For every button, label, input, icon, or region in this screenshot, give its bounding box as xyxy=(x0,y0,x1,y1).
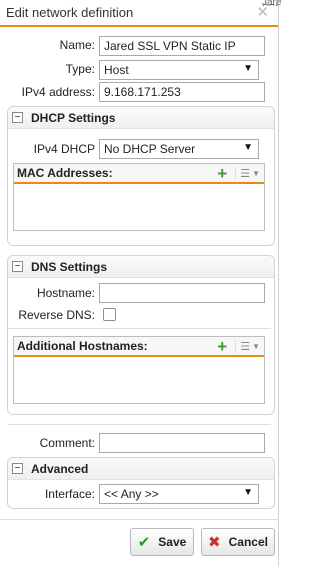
hostname-label: Hostname: xyxy=(36,286,95,300)
checkmark-icon: ✔ xyxy=(137,534,151,551)
collapse-icon[interactable]: − xyxy=(12,261,23,272)
dialog-title: Edit network definition xyxy=(6,5,134,20)
cancel-button[interactable]: ✖ Cancel xyxy=(201,528,275,556)
ipv4-dhcp-label: IPv4 DHCP xyxy=(33,142,95,156)
list-icon: ☰ xyxy=(240,168,251,180)
type-select[interactable]: Host ▼ xyxy=(99,60,259,80)
cancel-button-label: Cancel xyxy=(228,535,268,549)
advanced-title: Advanced xyxy=(31,461,89,476)
dhcp-settings-header[interactable]: − DHCP Settings xyxy=(8,107,274,129)
ipv4-dhcp-select[interactable]: No DHCP Server ▼ xyxy=(99,139,259,159)
save-button[interactable]: ✔ Save xyxy=(130,528,194,556)
additional-hostnames-grid-header: Additional Hostnames: + ☰ ▼ xyxy=(14,337,264,357)
add-icon[interactable]: + xyxy=(217,165,227,182)
name-field[interactable]: Jared SSL VPN Static IP xyxy=(99,36,265,56)
collapse-icon[interactable]: − xyxy=(12,112,23,123)
grid-menu-button[interactable]: ☰ ▼ xyxy=(235,340,260,353)
advanced-header[interactable]: − Advanced xyxy=(8,458,274,480)
collapse-icon[interactable]: − xyxy=(12,463,23,474)
type-label: Type: xyxy=(65,62,95,76)
ipv4-address-field[interactable]: 9.168.171.253 xyxy=(99,82,265,102)
dialog-titlebar: Edit network definition ✕ xyxy=(0,0,278,27)
ipv4-address-label: IPv4 address: xyxy=(21,85,95,99)
interface-label: Interface: xyxy=(44,487,95,501)
list-icon: ☰ xyxy=(240,341,251,353)
mac-addresses-grid: MAC Addresses: + ☰ ▼ xyxy=(13,163,265,231)
divider xyxy=(8,328,271,329)
chevron-down-icon: ▼ xyxy=(243,142,253,153)
cross-icon: ✖ xyxy=(208,534,221,551)
reverse-dns-checkbox[interactable] xyxy=(103,308,116,321)
interface-select[interactable]: << Any >> ▼ xyxy=(99,484,259,504)
caret-down-icon: ▼ xyxy=(252,342,260,351)
divider xyxy=(8,424,271,425)
additional-grid-tools: + ☰ ▼ xyxy=(217,338,260,355)
additional-hostnames-grid: Additional Hostnames: + ☰ ▼ xyxy=(13,336,265,404)
add-icon[interactable]: + xyxy=(217,338,227,355)
reverse-dns-label: Reverse DNS: xyxy=(18,308,95,322)
dns-settings-header[interactable]: − DNS Settings xyxy=(8,256,274,278)
mac-addresses-title: MAC Addresses: xyxy=(17,166,113,180)
background-window-title: Jared SSL VP xyxy=(262,0,282,6)
dns-settings-title: DNS Settings xyxy=(31,259,108,274)
close-icon[interactable]: ✕ xyxy=(256,5,269,20)
comment-label: Comment: xyxy=(39,436,95,450)
mac-grid-tools: + ☰ ▼ xyxy=(217,165,260,182)
dhcp-settings-title: DHCP Settings xyxy=(31,110,116,125)
additional-hostnames-title: Additional Hostnames: xyxy=(17,339,148,353)
type-select-value: Host xyxy=(104,63,129,77)
interface-value: << Any >> xyxy=(104,487,159,501)
footer-divider xyxy=(0,519,279,520)
grid-menu-button[interactable]: ☰ ▼ xyxy=(235,167,260,180)
ipv4-dhcp-value: No DHCP Server xyxy=(104,142,196,156)
chevron-down-icon: ▼ xyxy=(243,63,253,74)
chevron-down-icon: ▼ xyxy=(243,487,253,498)
mac-addresses-grid-header: MAC Addresses: + ☰ ▼ xyxy=(14,164,264,184)
hostname-field[interactable] xyxy=(99,283,265,303)
caret-down-icon: ▼ xyxy=(252,169,260,178)
edit-network-dialog: Edit network definition ✕ Name: Jared SS… xyxy=(0,0,279,566)
name-label: Name: xyxy=(59,38,95,52)
comment-field[interactable] xyxy=(99,433,265,453)
save-button-label: Save xyxy=(158,535,187,549)
